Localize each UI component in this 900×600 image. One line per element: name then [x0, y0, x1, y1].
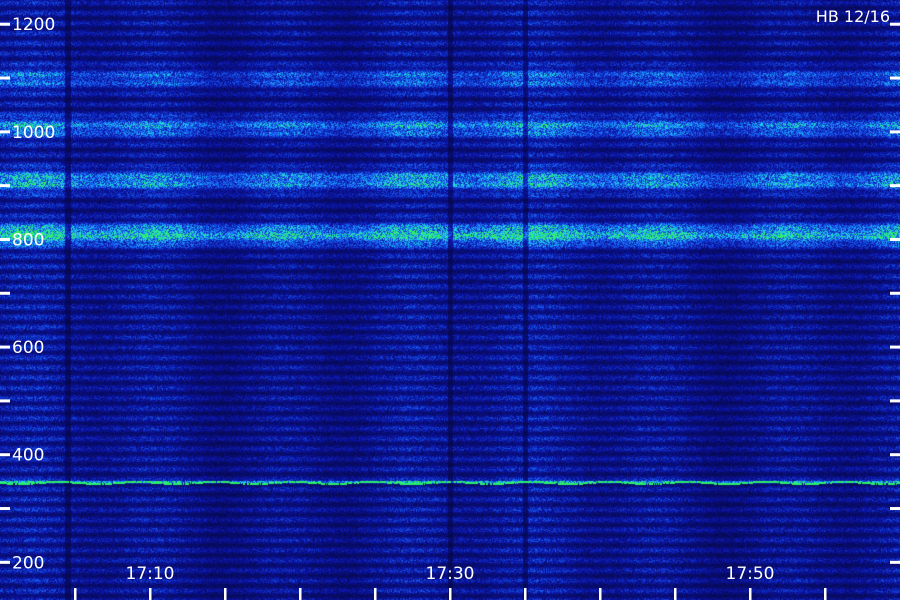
x-tick [674, 588, 677, 600]
x-tick [824, 588, 827, 600]
x-tick-label: 17:50 [726, 564, 775, 584]
x-tick [599, 588, 602, 600]
y-tick-label: 1200 [12, 15, 55, 35]
x-tick [149, 588, 152, 600]
x-tick [224, 588, 227, 600]
x-tick-label: 17:10 [126, 564, 175, 584]
x-tick [449, 588, 452, 600]
x-tick [749, 588, 752, 600]
y-tick-right [890, 184, 900, 188]
axes-overlay: 200 400 600 800 1000 1200 17:10 17:30 17:50 HB … [0, 7, 900, 600]
y-tick-left [0, 399, 10, 403]
y-tick-left [0, 453, 10, 457]
y-tick-right [890, 345, 900, 349]
y-tick-right [890, 507, 900, 511]
y-tick-label: 1000 [12, 123, 55, 143]
y-tick-right [890, 22, 900, 26]
y-axis: 200 400 600 800 1000 1200 [0, 15, 900, 573]
y-tick-left [0, 184, 10, 188]
x-axis: 17:10 17:30 17:50 [74, 564, 827, 600]
y-tick-right [890, 76, 900, 80]
y-tick-left [0, 76, 10, 80]
y-tick-left [0, 560, 10, 564]
x-tick-label: 17:30 [426, 564, 475, 584]
y-tick-left [0, 22, 10, 26]
x-tick [299, 588, 302, 600]
y-tick-right [890, 453, 900, 457]
y-tick-left [0, 291, 10, 295]
y-tick-left [0, 237, 10, 241]
y-tick-right [890, 130, 900, 134]
y-tick-right [890, 560, 900, 564]
y-tick-label: 200 [12, 553, 44, 573]
y-tick-label: 600 [12, 338, 44, 358]
spectrogram-figure: 200 400 600 800 1000 1200 17:10 17:30 17:50 HB … [0, 0, 900, 600]
station-tag: HB 12/16 [816, 7, 890, 26]
y-tick-right [890, 399, 900, 403]
y-tick-left [0, 507, 10, 511]
y-tick-left [0, 345, 10, 349]
y-tick-label: 800 [12, 230, 44, 250]
y-tick-left [0, 130, 10, 134]
y-tick-right [890, 237, 900, 241]
x-tick [524, 588, 527, 600]
x-tick [74, 588, 77, 600]
x-tick [374, 588, 377, 600]
y-tick-right [890, 291, 900, 295]
y-tick-label: 400 [12, 446, 44, 466]
